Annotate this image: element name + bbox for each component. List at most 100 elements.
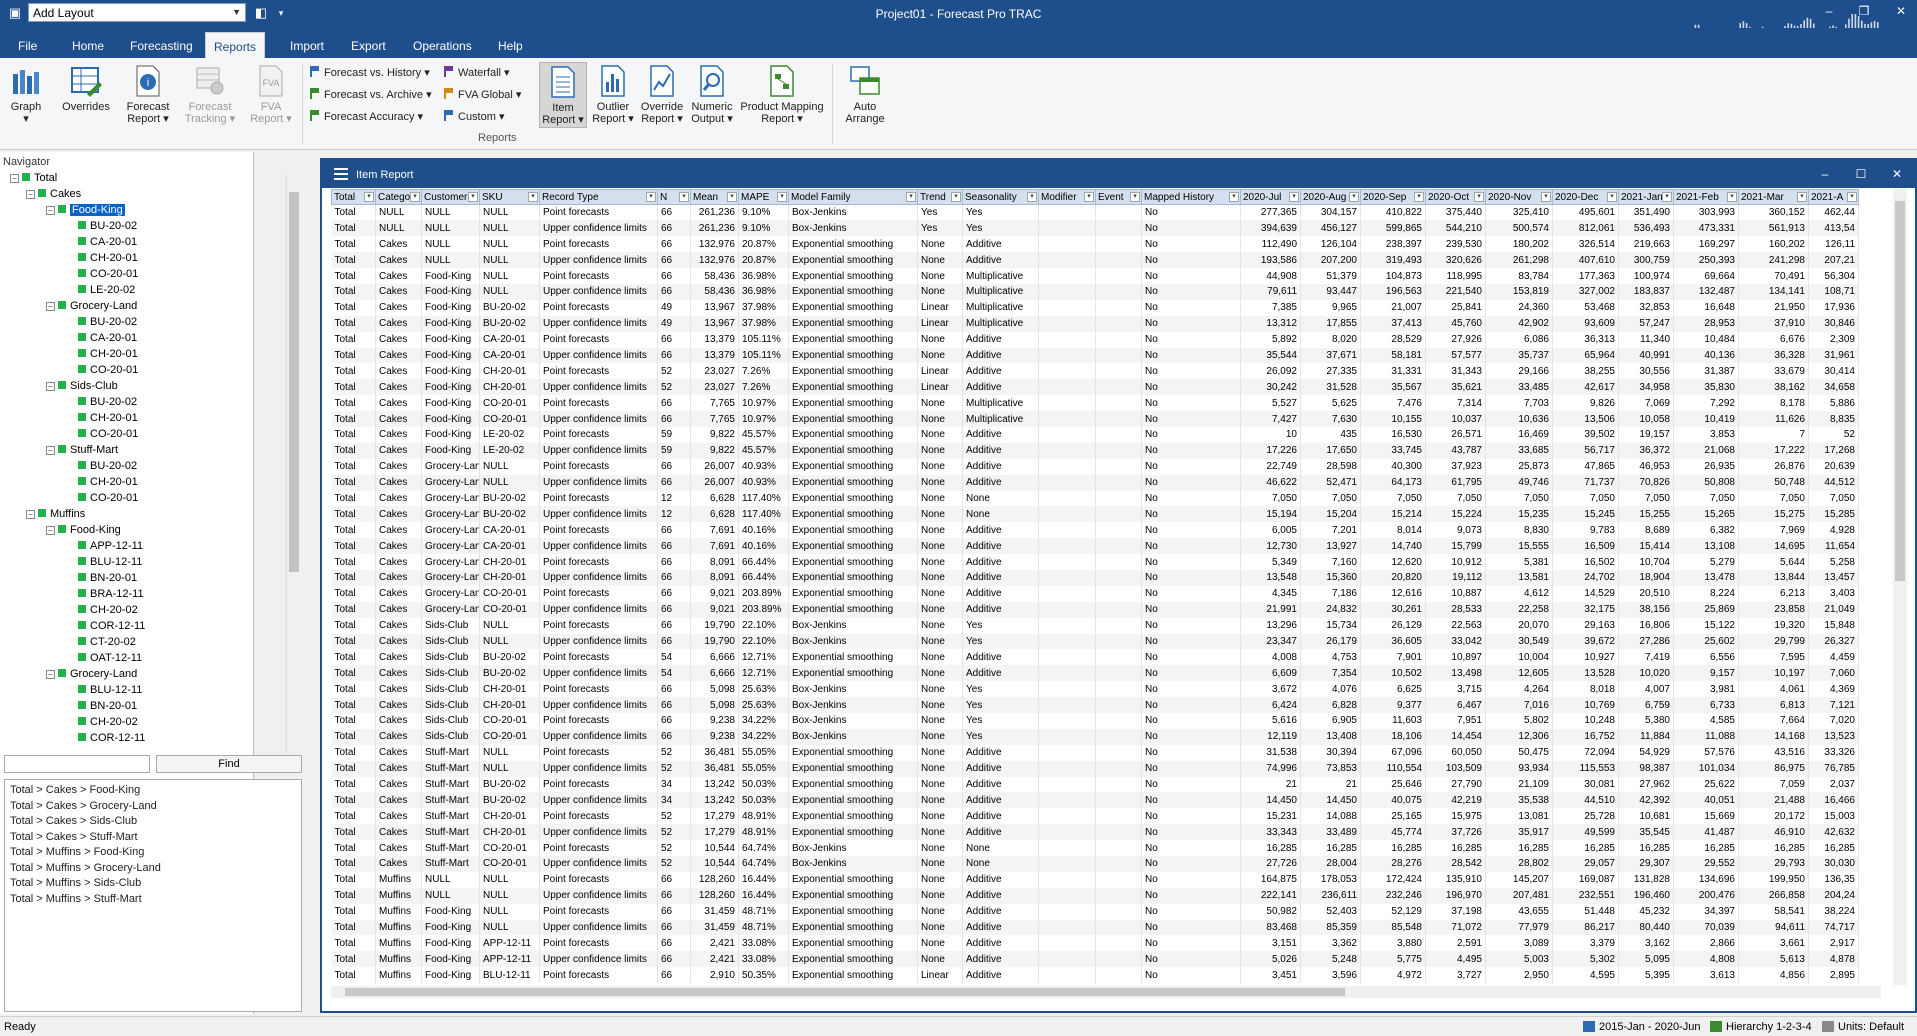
table-cell[interactable]: 48.71% (738, 903, 789, 920)
table-cell[interactable] (1038, 649, 1096, 666)
table-row[interactable]: TotalCakesGrocery-LandCH-20-01Upper conf… (331, 569, 1859, 586)
table-cell[interactable] (1038, 506, 1096, 523)
grid-horizontal-scrollbar[interactable] (331, 986, 1881, 998)
table-cell[interactable]: 304,157 (1300, 204, 1361, 221)
table-cell[interactable]: 52 (657, 760, 691, 777)
waterfall-button[interactable]: Waterfall ▾ (444, 66, 510, 79)
table-cell[interactable]: 536,493 (1618, 220, 1674, 237)
table-cell[interactable]: Cakes (375, 458, 422, 475)
table-cell[interactable]: Box-Jenkins (788, 697, 918, 713)
table-cell[interactable]: 160,202 (1738, 236, 1809, 253)
table-row[interactable]: TotalCakesGrocery-LandBU-20-02Point fore… (331, 490, 1859, 507)
table-cell[interactable]: NULL (479, 919, 540, 936)
table-cell[interactable]: 16.44% (738, 887, 789, 904)
product-mapping-report-button[interactable]: Product Mapping Report ▾ (738, 64, 826, 125)
table-cell[interactable]: 36.98% (738, 268, 789, 284)
report-minimize-icon[interactable]: – (1816, 166, 1834, 182)
table-cell[interactable]: Total (331, 967, 376, 984)
table-cell[interactable]: 6,005 (1240, 522, 1301, 539)
tree-node[interactable]: − Grocery-Land (46, 299, 137, 313)
table-cell[interactable]: APP-12-11 (479, 951, 540, 968)
table-cell[interactable]: 22,749 (1240, 458, 1301, 475)
column-header[interactable]: 2021-Mar ▾ (1738, 189, 1809, 205)
table-cell[interactable]: 4,856 (1738, 967, 1809, 984)
table-cell[interactable]: Yes (962, 633, 1039, 650)
tree-node[interactable]: COR-12-11 (66, 731, 145, 745)
column-header[interactable]: 2020-Oct ▾ (1425, 189, 1486, 205)
table-cell[interactable]: 10,248 (1552, 713, 1619, 729)
table-cell[interactable]: None (917, 331, 963, 348)
table-cell[interactable]: Point forecasts (539, 681, 658, 698)
table-cell[interactable]: 2,917 (1808, 935, 1859, 952)
table-cell[interactable] (1095, 220, 1142, 237)
table-cell[interactable]: 66 (657, 220, 691, 237)
table-cell[interactable]: 261,298 (1485, 252, 1553, 269)
table-cell[interactable]: 13,498 (1425, 665, 1486, 682)
table-cell[interactable]: Yes (962, 204, 1039, 221)
table-cell[interactable]: 52,403 (1300, 903, 1361, 920)
table-cell[interactable]: BU-20-02 (479, 315, 540, 332)
table-cell[interactable]: 59 (657, 442, 691, 459)
table-cell[interactable]: Sids-Club (421, 697, 480, 713)
tree-node[interactable]: − Sids-Club (46, 379, 118, 393)
table-cell[interactable]: Upper confidence limits (539, 697, 658, 713)
table-cell[interactable]: 7,427 (1240, 411, 1301, 427)
table-cell[interactable]: Additive (962, 887, 1039, 904)
table-cell[interactable]: 11,340 (1618, 331, 1674, 348)
table-cell[interactable]: 15,360 (1300, 569, 1361, 586)
fva-global-button[interactable]: FVA Global ▾ (444, 88, 521, 101)
table-cell[interactable]: None (917, 887, 963, 904)
table-cell[interactable]: Total (331, 395, 376, 412)
table-cell[interactable]: 50,475 (1485, 744, 1553, 761)
tree-node[interactable]: CT-20-02 (66, 635, 136, 649)
table-cell[interactable]: Upper confidence limits (539, 601, 658, 618)
table-cell[interactable]: Cakes (375, 713, 422, 729)
table-cell[interactable]: None (917, 236, 963, 253)
table-cell[interactable]: Upper confidence limits (539, 506, 658, 523)
table-cell[interactable]: 26,571 (1425, 426, 1486, 443)
table-cell[interactable] (1038, 585, 1096, 602)
table-cell[interactable]: 6,424 (1240, 697, 1301, 713)
table-cell[interactable]: 66 (657, 585, 691, 602)
table-cell[interactable]: Point forecasts (539, 458, 658, 475)
table-cell[interactable]: 74,996 (1240, 760, 1301, 777)
table-cell[interactable]: Muffins (375, 887, 422, 904)
table-cell[interactable]: 9,073 (1425, 522, 1486, 539)
table-cell[interactable]: 30,556 (1618, 363, 1674, 380)
table-cell[interactable]: 26,007 (690, 474, 739, 491)
table-cell[interactable]: Additive (962, 554, 1039, 570)
table-cell[interactable]: 33,042 (1425, 633, 1486, 650)
table-cell[interactable] (1038, 808, 1096, 825)
table-cell[interactable]: Exponential smoothing (788, 967, 918, 984)
table-cell[interactable]: 250,393 (1673, 252, 1739, 269)
table-cell[interactable]: 11,884 (1618, 728, 1674, 745)
table-cell[interactable]: 28,802 (1485, 856, 1553, 872)
tree-node[interactable]: − Food-King (46, 523, 121, 537)
table-cell[interactable]: Exponential smoothing (788, 236, 918, 253)
table-cell[interactable]: 66 (657, 681, 691, 698)
table-cell[interactable]: Upper confidence limits (539, 283, 658, 300)
table-cell[interactable]: 238,397 (1360, 236, 1426, 253)
table-cell[interactable]: Exponential smoothing (788, 744, 918, 761)
table-cell[interactable]: Muffins (375, 919, 422, 936)
table-cell[interactable]: 15,275 (1738, 506, 1809, 523)
table-cell[interactable] (1095, 649, 1142, 666)
table-cell[interactable]: 21,109 (1485, 776, 1553, 793)
grid-horizontal-thumb[interactable] (345, 988, 1345, 996)
table-cell[interactable]: Cakes (375, 856, 422, 872)
table-cell[interactable]: 16,285 (1240, 840, 1301, 857)
table-row[interactable]: Total Cakes Sids-Club BU-20-02 Point forecas… (331, 649, 1859, 666)
table-cell[interactable]: 38,162 (1738, 379, 1809, 396)
table-cell[interactable]: No (1141, 808, 1241, 825)
table-cell[interactable]: No (1141, 871, 1241, 888)
table-cell[interactable]: 207,481 (1485, 887, 1553, 904)
table-cell[interactable]: Additive (962, 871, 1039, 888)
table-cell[interactable]: 42,632 (1808, 824, 1859, 841)
tree-node[interactable]: CA-20-01 (66, 235, 137, 249)
table-cell[interactable]: 4,345 (1240, 585, 1301, 602)
table-cell[interactable]: 65,964 (1552, 347, 1619, 364)
table-cell[interactable]: 7,765 (690, 395, 739, 412)
table-cell[interactable]: 36,605 (1360, 633, 1426, 650)
table-cell[interactable]: 10,544 (690, 856, 739, 872)
table-cell[interactable]: 12 (657, 490, 691, 507)
